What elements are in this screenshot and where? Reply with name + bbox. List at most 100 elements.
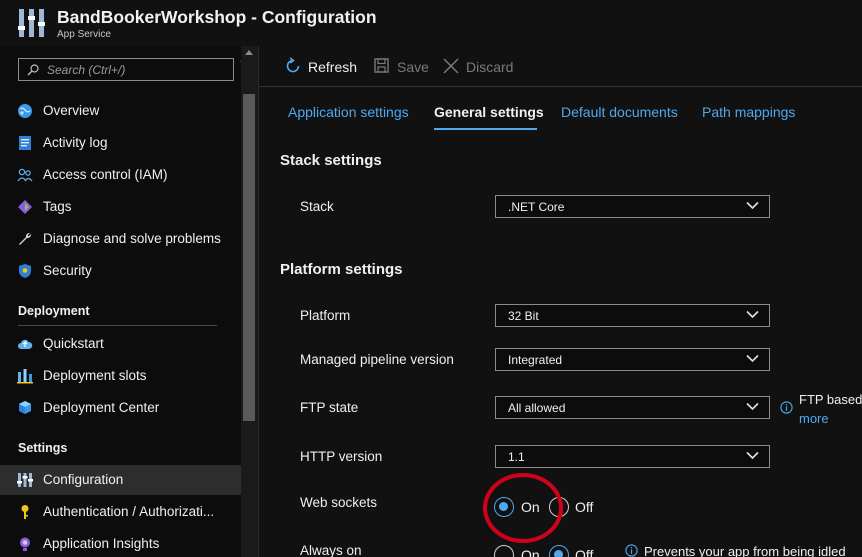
tag-icon xyxy=(18,200,32,214)
sidebar-item-authentication[interactable]: Authentication / Authorizati... xyxy=(0,497,241,527)
tab-path-mappings[interactable]: Path mappings xyxy=(702,104,795,120)
pipeline-value: Integrated xyxy=(508,353,563,367)
command-bar: Refresh Save Discard xyxy=(259,46,862,87)
sidebar-item-access-control[interactable]: Access control (IAM) xyxy=(0,160,241,190)
sidebar-item-overview[interactable]: Overview xyxy=(0,96,241,126)
sidebar-scrollbar[interactable] xyxy=(241,46,258,557)
scroll-up-arrow-icon[interactable] xyxy=(245,50,253,55)
save-icon xyxy=(374,58,389,73)
web-sockets-on-radio[interactable] xyxy=(494,497,514,517)
pipeline-dropdown[interactable]: Integrated xyxy=(495,348,770,371)
main-content: Refresh Save Discard Application setting… xyxy=(258,46,862,557)
stack-label: Stack xyxy=(300,199,334,214)
http-version-label: HTTP version xyxy=(300,449,383,464)
pipeline-label: Managed pipeline version xyxy=(300,352,454,367)
shield-icon xyxy=(19,264,31,278)
tab-default-documents[interactable]: Default documents xyxy=(561,104,678,120)
sidebar-item-label: Activity log xyxy=(43,135,108,150)
sidebar-item-activity-log[interactable]: Activity log xyxy=(0,128,241,158)
globe-icon xyxy=(18,104,32,118)
always-on-on-radio[interactable] xyxy=(494,545,514,557)
sidebar-item-label: Tags xyxy=(43,199,72,214)
info-icon xyxy=(780,401,793,414)
sidebar-item-deployment-center[interactable]: Deployment Center xyxy=(0,393,241,423)
sidebar-item-label: Deployment slots xyxy=(43,368,147,383)
sidebar-item-label: Diagnose and solve problems xyxy=(43,231,221,246)
refresh-button[interactable]: Refresh xyxy=(284,57,364,77)
tab-application-settings[interactable]: Application settings xyxy=(288,104,409,120)
always-on-off-label[interactable]: Off xyxy=(575,547,593,557)
sidebar-item-security[interactable]: Security xyxy=(0,256,241,286)
radio-selected-dot xyxy=(554,550,563,557)
bulb-icon xyxy=(20,537,30,551)
always-on-on-label[interactable]: On xyxy=(521,547,540,557)
configuration-logo-icon xyxy=(18,9,45,37)
refresh-label: Refresh xyxy=(308,59,358,75)
config-icon xyxy=(17,473,33,487)
section-divider xyxy=(18,325,217,326)
always-on-off-radio[interactable] xyxy=(549,545,569,557)
sidebar-item-configuration[interactable]: Configuration xyxy=(0,465,241,495)
sidebar-item-deployment-slots[interactable]: Deployment slots xyxy=(0,361,241,391)
sidebar-item-label: Configuration xyxy=(43,472,124,487)
sidebar-item-diagnose[interactable]: Diagnose and solve problems xyxy=(0,224,241,254)
sidebar-item-quickstart[interactable]: Quickstart xyxy=(0,329,241,359)
platform-dropdown[interactable]: 32 Bit xyxy=(495,304,770,327)
platform-label: Platform xyxy=(300,308,351,323)
search-box[interactable] xyxy=(18,58,234,81)
stack-value: .NET Core xyxy=(508,200,565,214)
search-icon xyxy=(27,64,39,76)
tab-general-settings[interactable]: General settings xyxy=(434,104,544,120)
always-on-label: Always on xyxy=(300,543,362,557)
search-input[interactable] xyxy=(47,61,227,78)
save-label: Save xyxy=(397,59,429,75)
key-icon xyxy=(21,505,29,519)
wrench-icon xyxy=(19,232,32,245)
chevron-down-icon xyxy=(746,354,759,363)
radio-selected-dot xyxy=(499,502,508,511)
platform-settings-heading: Platform settings xyxy=(280,261,403,278)
ftp-state-value: All allowed xyxy=(508,401,566,415)
save-button[interactable]: Save xyxy=(373,57,433,77)
discard-label: Discard xyxy=(466,59,514,75)
active-tab-indicator xyxy=(434,128,537,130)
sidebar-item-tags[interactable]: Tags xyxy=(0,192,241,222)
web-sockets-off-radio[interactable] xyxy=(549,497,569,517)
scrollbar-thumb[interactable] xyxy=(243,94,255,421)
discard-button[interactable]: Discard xyxy=(442,57,522,77)
sidebar-item-label: Security xyxy=(43,263,92,278)
ftp-state-label: FTP state xyxy=(300,400,359,415)
http-version-dropdown[interactable]: 1.1 xyxy=(495,445,770,468)
sidebar-item-label: Authentication / Authorizati... xyxy=(43,504,215,519)
platform-value: 32 Bit xyxy=(508,309,539,323)
http-version-value: 1.1 xyxy=(508,450,525,464)
page-header: BandBookerWorkshop - Configuration App S… xyxy=(0,0,862,46)
chevron-down-icon xyxy=(746,451,759,460)
close-icon xyxy=(443,58,459,74)
cloud-icon xyxy=(18,339,33,349)
web-sockets-label: Web sockets xyxy=(300,495,378,510)
chevron-down-icon xyxy=(746,310,759,319)
stack-dropdown[interactable]: .NET Core xyxy=(495,195,770,218)
ftp-state-dropdown[interactable]: All allowed xyxy=(495,396,770,419)
refresh-icon xyxy=(286,57,300,73)
log-icon xyxy=(19,136,31,150)
ftp-info-text: FTP based xyxy=(799,392,862,407)
sidebar-item-label: Deployment Center xyxy=(43,400,160,415)
cube-icon xyxy=(19,401,31,414)
slots-icon xyxy=(17,369,33,384)
sidebar: « Overview Activity log Access control (… xyxy=(0,46,258,557)
info-icon xyxy=(625,544,638,557)
page-title: BandBookerWorkshop - Configuration xyxy=(57,7,377,27)
web-sockets-on-label[interactable]: On xyxy=(521,499,540,515)
section-title-deployment: Deployment xyxy=(18,304,90,318)
sidebar-item-label: Application Insights xyxy=(43,536,160,551)
tab-bar: Application settings General settings De… xyxy=(259,87,862,133)
chevron-down-icon xyxy=(746,402,759,411)
sidebar-item-label: Access control (IAM) xyxy=(43,167,168,182)
sidebar-item-application-insights[interactable]: Application Insights xyxy=(0,529,241,557)
web-sockets-off-label[interactable]: Off xyxy=(575,499,593,515)
ftp-more-link[interactable]: more xyxy=(799,411,829,426)
sidebar-item-label: Overview xyxy=(43,103,100,118)
chevron-down-icon xyxy=(746,201,759,210)
